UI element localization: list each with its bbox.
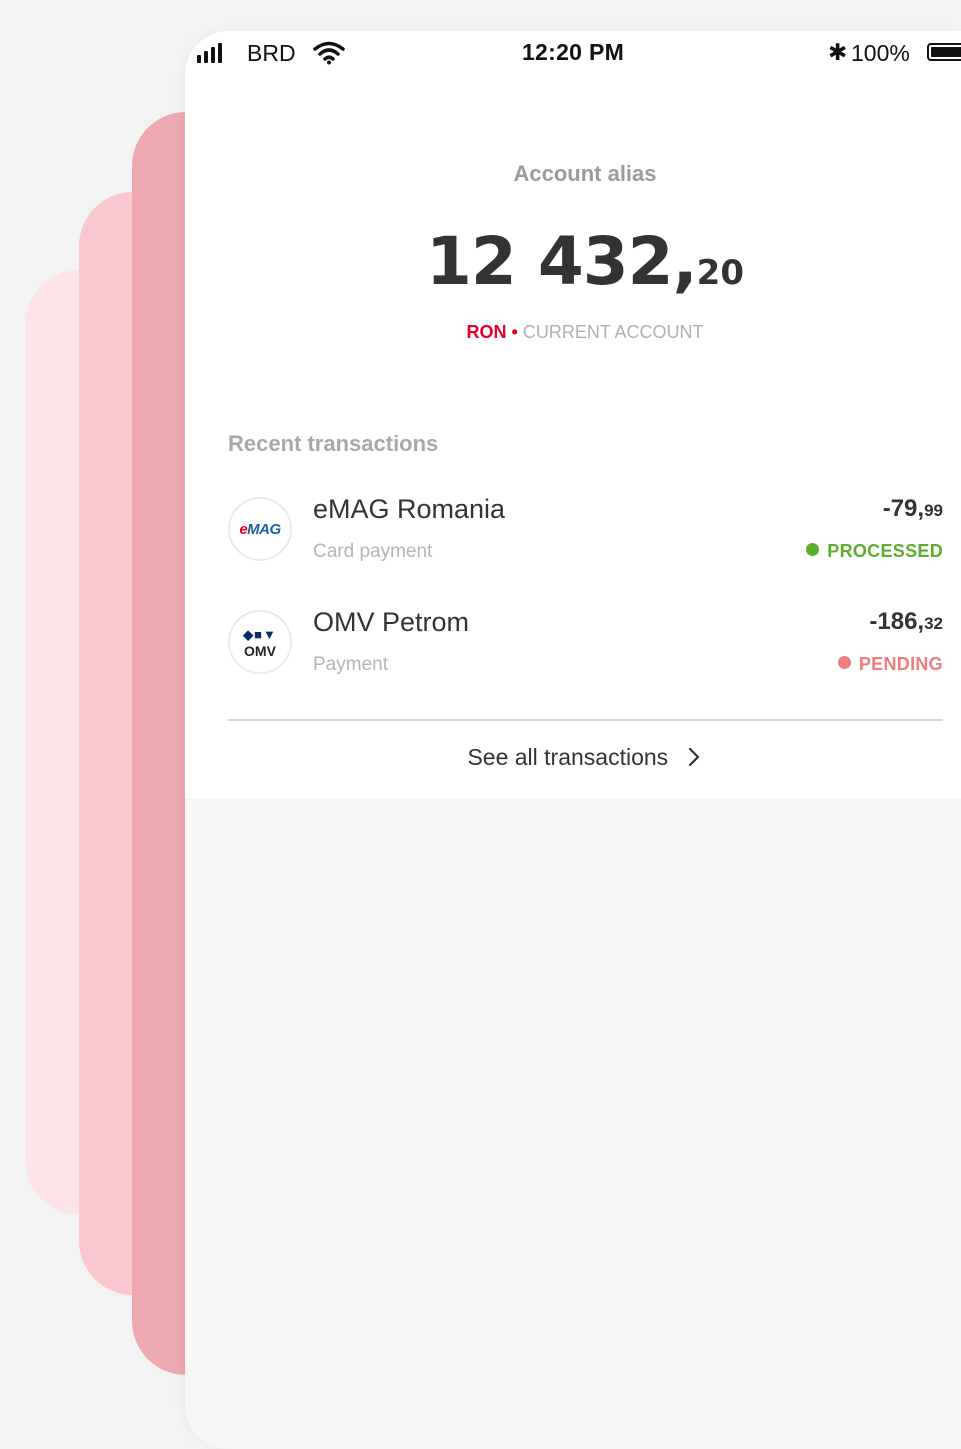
transaction-row-omv[interactable]: ◆■▼ OMV OMV Petrom Payment -186,32 PENDI… bbox=[228, 607, 943, 700]
omv-logo-text: OMV bbox=[244, 643, 276, 659]
account-card: BRD 12:20 PM ✱ 100% Account alias 12 432… bbox=[185, 31, 961, 799]
transaction-row-emag[interactable]: eMAG eMAG Romania Card payment -79,99 PR… bbox=[228, 494, 943, 587]
transaction-amount: -186,32 bbox=[869, 608, 943, 635]
bluetooth-icon: ✱ bbox=[828, 39, 848, 65]
transaction-type: Payment bbox=[313, 654, 388, 675]
omv-logo-mark: ◆■▼ bbox=[243, 627, 277, 642]
phone-screen: BRD 12:20 PM ✱ 100% Account alias 12 432… bbox=[185, 31, 961, 1449]
separator-dot: • bbox=[511, 322, 518, 342]
merchant-name: eMAG Romania bbox=[313, 494, 506, 524]
status-dot-icon bbox=[837, 656, 851, 669]
merchant-name: OMV Petrom bbox=[313, 607, 470, 637]
status-bar: BRD 12:20 PM ✱ 100% bbox=[185, 31, 961, 75]
divider bbox=[228, 719, 943, 721]
chevron-right-icon bbox=[688, 747, 699, 767]
status-badge-pending: PENDING bbox=[837, 654, 943, 675]
emag-logo: eMAG bbox=[228, 497, 292, 561]
account-type: CURRENT ACCOUNT bbox=[522, 322, 704, 342]
balance-integer: 12 432, bbox=[426, 223, 698, 300]
emag-logo-text: MAG bbox=[247, 521, 281, 538]
see-all-label: See all transactions bbox=[467, 744, 669, 770]
transaction-type: Card payment bbox=[313, 541, 433, 562]
transaction-amount: -79,99 bbox=[882, 495, 943, 522]
account-alias[interactable]: Account alias bbox=[185, 161, 961, 187]
see-all-transactions-link[interactable]: See all transactions bbox=[185, 744, 961, 771]
recent-transactions-title: Recent transactions bbox=[228, 431, 439, 456]
account-balance: 12 432,20 bbox=[185, 223, 961, 300]
balance-decimals: 20 bbox=[696, 253, 744, 293]
status-badge-processed: PROCESSED bbox=[806, 541, 943, 562]
currency-code: RON bbox=[466, 322, 507, 342]
account-subtitle: RON • CURRENT ACCOUNT bbox=[185, 322, 961, 343]
battery-icon bbox=[927, 43, 961, 61]
status-dot-icon bbox=[806, 543, 820, 556]
omv-logo: ◆■▼ OMV bbox=[228, 610, 292, 674]
battery-percent: 100% bbox=[851, 40, 910, 66]
